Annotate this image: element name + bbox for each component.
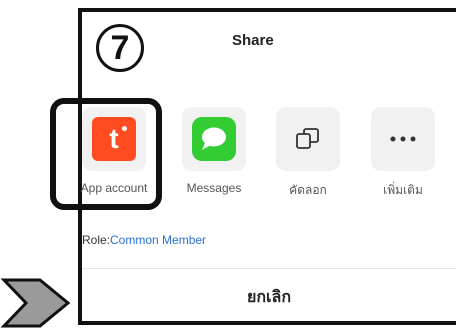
step-number-badge: 7 <box>96 24 144 72</box>
messages-icon <box>192 117 236 161</box>
copy-label: คัดลอก <box>289 183 327 197</box>
more-icon <box>390 136 416 142</box>
step-number: 7 <box>110 28 130 67</box>
more-label: เพิ่มเติม <box>383 183 423 197</box>
divider <box>82 268 456 269</box>
sheet-title: Share <box>232 32 274 49</box>
role-value: Common Member <box>110 233 207 247</box>
cancel-button[interactable]: ยกเลิก <box>82 275 456 319</box>
copy-icon <box>296 128 319 149</box>
messages-option[interactable] <box>182 107 246 171</box>
more-option[interactable] <box>371 107 435 171</box>
role-label: Role: <box>82 233 111 247</box>
copy-option[interactable] <box>276 107 340 171</box>
highlight-box <box>50 98 162 210</box>
messages-label: Messages <box>186 181 242 195</box>
pointer-arrow-icon <box>0 278 71 328</box>
role-line: Role:Common Member <box>82 233 206 247</box>
